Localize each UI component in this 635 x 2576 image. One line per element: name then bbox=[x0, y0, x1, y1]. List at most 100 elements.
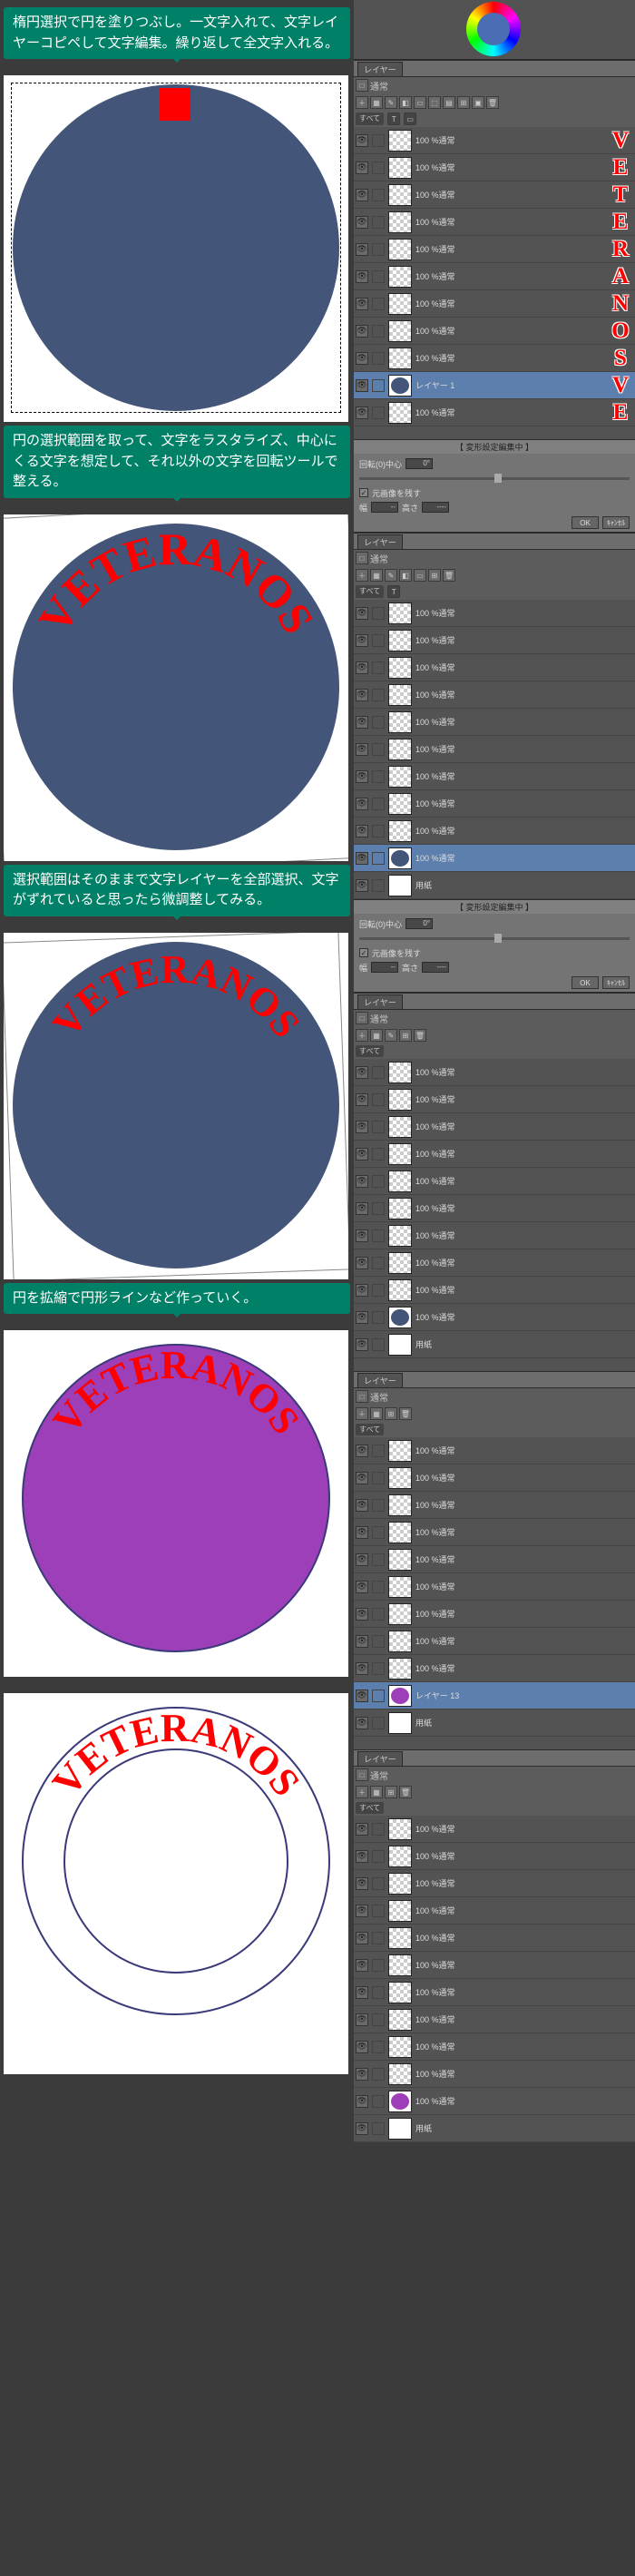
layer-row[interactable]: 👁100 %通常 bbox=[354, 1437, 635, 1464]
visibility-icon[interactable]: 👁 bbox=[356, 1148, 368, 1161]
ok-button[interactable]: OK bbox=[572, 516, 599, 529]
visibility-icon[interactable]: 👁 bbox=[356, 634, 368, 647]
lock-toggle[interactable] bbox=[372, 1499, 385, 1512]
visibility-icon[interactable]: 👁 bbox=[356, 379, 368, 392]
tool-btn[interactable]: ⊞ bbox=[385, 1786, 397, 1798]
blend-icon[interactable]: □ bbox=[356, 1390, 368, 1403]
layers-tabbar[interactable]: レイヤー bbox=[354, 61, 635, 77]
layer-row[interactable]: 👁100 %通常R bbox=[354, 236, 635, 263]
layer-row[interactable]: 👁レイヤー 1V bbox=[354, 372, 635, 399]
lock-toggle[interactable] bbox=[372, 1986, 385, 1999]
filter-all[interactable]: すべて bbox=[356, 585, 384, 598]
tool-btn[interactable]: ＋ bbox=[356, 1786, 368, 1798]
filter-all[interactable]: すべて bbox=[356, 1045, 384, 1057]
blend-icon[interactable]: □ bbox=[356, 1768, 368, 1781]
tool-btn[interactable]: ▤ bbox=[443, 96, 455, 109]
blend-mode-label[interactable]: 通常 bbox=[370, 1768, 388, 1782]
visibility-icon[interactable]: 👁 bbox=[356, 406, 368, 419]
visibility-icon[interactable]: 👁 bbox=[356, 298, 368, 310]
visibility-icon[interactable]: 👁 bbox=[356, 325, 368, 338]
tool-btn[interactable]: ◧ bbox=[399, 569, 412, 582]
lock-toggle[interactable] bbox=[372, 1257, 385, 1269]
layer-row[interactable]: 👁100 %通常 bbox=[354, 1059, 635, 1086]
layer-row[interactable]: 👁100 %通常 bbox=[354, 1086, 635, 1113]
visibility-icon[interactable]: 👁 bbox=[356, 1066, 368, 1079]
blend-mode-label[interactable]: 通常 bbox=[370, 1390, 388, 1404]
cancel-button[interactable]: ｷｬﾝｾﾙ bbox=[602, 976, 630, 989]
color-picker-panel[interactable] bbox=[354, 0, 635, 60]
lock-toggle[interactable] bbox=[372, 134, 385, 147]
layer-row[interactable]: 👁100 %通常S bbox=[354, 345, 635, 372]
blend-icon[interactable]: □ bbox=[356, 79, 368, 92]
layer-row[interactable]: 👁100 %通常 bbox=[354, 1113, 635, 1141]
lock-toggle[interactable] bbox=[372, 270, 385, 283]
tool-btn[interactable]: ▦ bbox=[370, 1407, 383, 1420]
visibility-icon[interactable]: 👁 bbox=[356, 1445, 368, 1457]
visibility-icon[interactable]: 👁 bbox=[356, 189, 368, 201]
keep-original-checkbox[interactable]: ✓ bbox=[359, 948, 368, 957]
layer-row[interactable]: 👁100 %通常 bbox=[354, 681, 635, 709]
lock-toggle[interactable] bbox=[372, 1284, 385, 1297]
visibility-icon[interactable]: 👁 bbox=[356, 1905, 368, 1917]
layer-row[interactable]: 👁100 %通常 bbox=[354, 2088, 635, 2115]
trash-icon[interactable]: 🗑 bbox=[399, 1407, 412, 1420]
lock-toggle[interactable] bbox=[372, 1553, 385, 1566]
lock-toggle[interactable] bbox=[372, 879, 385, 892]
layers-tab[interactable]: レイヤー bbox=[357, 1373, 403, 1387]
tool-btn[interactable]: ▦ bbox=[370, 96, 383, 109]
visibility-icon[interactable]: 👁 bbox=[356, 1717, 368, 1729]
ok-button[interactable]: OK bbox=[572, 976, 599, 989]
layer-row[interactable]: 👁100 %通常 bbox=[354, 654, 635, 681]
visibility-icon[interactable]: 👁 bbox=[356, 243, 368, 256]
lock-toggle[interactable] bbox=[372, 743, 385, 756]
tool-btn[interactable]: ＋ bbox=[356, 96, 368, 109]
visibility-icon[interactable]: 👁 bbox=[356, 1229, 368, 1242]
visibility-icon[interactable]: 👁 bbox=[356, 852, 368, 865]
lock-toggle[interactable] bbox=[372, 1905, 385, 1917]
layer-row[interactable]: 👁用紙 bbox=[354, 1709, 635, 1737]
visibility-icon[interactable]: 👁 bbox=[356, 2095, 368, 2108]
tool-btn[interactable]: ⬚ bbox=[428, 96, 441, 109]
visibility-icon[interactable]: 👁 bbox=[356, 1311, 368, 1324]
layer-row[interactable]: 👁100 %通常 bbox=[354, 818, 635, 845]
transform-bounding-box[interactable] bbox=[4, 514, 348, 861]
tool-btn[interactable]: ⊞ bbox=[457, 96, 470, 109]
lock-toggle[interactable] bbox=[372, 1148, 385, 1161]
lock-toggle[interactable] bbox=[372, 406, 385, 419]
lock-toggle[interactable] bbox=[372, 1717, 385, 1729]
canvas-stage-3[interactable]: VETERANOS bbox=[4, 933, 348, 1279]
trash-icon[interactable]: 🗑 bbox=[414, 1029, 426, 1042]
layer-row[interactable]: 👁100 %通常N bbox=[354, 290, 635, 318]
lock-toggle[interactable] bbox=[372, 298, 385, 310]
visibility-icon[interactable]: 👁 bbox=[356, 2013, 368, 2026]
lock-toggle[interactable] bbox=[372, 1202, 385, 1215]
lock-toggle[interactable] bbox=[372, 162, 385, 174]
layers-tab[interactable]: レイヤー bbox=[357, 534, 403, 549]
filter-all[interactable]: すべて bbox=[356, 113, 384, 125]
tool-btn[interactable]: ⊞ bbox=[399, 1029, 412, 1042]
lock-toggle[interactable] bbox=[372, 243, 385, 256]
visibility-icon[interactable]: 👁 bbox=[356, 661, 368, 674]
lock-toggle[interactable] bbox=[372, 1581, 385, 1593]
blend-mode-label[interactable]: 通常 bbox=[370, 552, 388, 565]
layer-row[interactable]: 👁100 %通常 bbox=[354, 1628, 635, 1655]
visibility-icon[interactable]: 👁 bbox=[356, 1850, 368, 1863]
tool-btn[interactable]: ▦ bbox=[370, 569, 383, 582]
layer-row[interactable]: 👁100 %通常 bbox=[354, 1655, 635, 1682]
visibility-icon[interactable]: 👁 bbox=[356, 1553, 368, 1566]
layer-row[interactable]: 👁100 %通常 bbox=[354, 1277, 635, 1304]
layer-row[interactable]: 👁100 %通常 bbox=[354, 2061, 635, 2088]
layer-row[interactable]: 👁100 %通常E bbox=[354, 399, 635, 426]
visibility-icon[interactable]: 👁 bbox=[356, 770, 368, 783]
layer-row[interactable]: 👁100 %通常 bbox=[354, 1141, 635, 1168]
layer-row[interactable]: 👁100 %通常 bbox=[354, 1222, 635, 1249]
rotation-slider[interactable] bbox=[359, 937, 630, 940]
lock-toggle[interactable] bbox=[372, 352, 385, 365]
tool-btn[interactable]: ＋ bbox=[356, 1407, 368, 1420]
visibility-icon[interactable]: 👁 bbox=[356, 1526, 368, 1539]
lock-toggle[interactable] bbox=[372, 1175, 385, 1188]
tool-btn[interactable]: ✎ bbox=[385, 569, 397, 582]
visibility-icon[interactable]: 👁 bbox=[356, 1690, 368, 1702]
lock-toggle[interactable] bbox=[372, 634, 385, 647]
lock-toggle[interactable] bbox=[372, 2122, 385, 2135]
